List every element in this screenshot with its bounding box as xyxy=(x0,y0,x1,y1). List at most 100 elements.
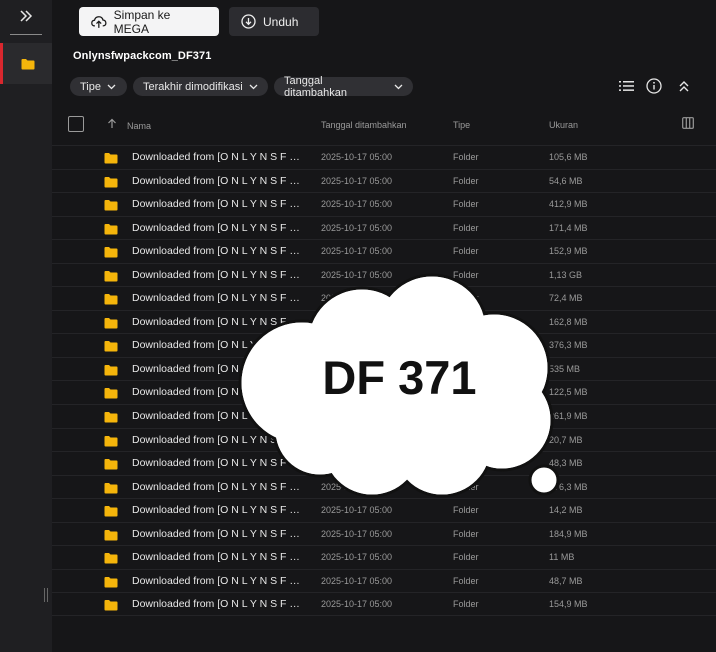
file-type: Folder xyxy=(453,528,479,539)
file-type: Folder xyxy=(453,175,479,186)
file-type: Folder xyxy=(453,575,479,586)
folder-icon xyxy=(104,317,118,329)
info-button[interactable] xyxy=(644,76,664,96)
table-row[interactable]: Downloaded from [O N L Y N S F W P A C K… xyxy=(52,192,716,216)
chevron-down-icon xyxy=(249,84,258,89)
cloud-upload-icon xyxy=(91,15,107,28)
folder-icon xyxy=(104,176,118,188)
file-size: 412,9 MB xyxy=(549,199,588,210)
file-date-added: 2025-10-17 05:00 xyxy=(321,599,393,610)
file-type: Folder xyxy=(453,246,479,257)
table-row[interactable]: Downloaded from [O N L Y N S F W P A C K… xyxy=(52,592,716,616)
filter-date-added-label: Tanggal ditambahkan xyxy=(284,74,347,99)
file-name: Downloaded from [O N L Y N S F W P A C K… xyxy=(132,574,304,587)
collapse-button[interactable] xyxy=(674,76,694,96)
file-type: Folder xyxy=(453,552,479,563)
file-size: 11 MB xyxy=(549,552,575,563)
download-button[interactable]: Unduh xyxy=(229,7,319,36)
folder-icon xyxy=(21,58,34,69)
sidebar-divider xyxy=(10,34,42,35)
file-name: Downloaded from [O N L Y N S F W P A C K… xyxy=(132,151,304,163)
file-name: Downloaded from [O N L Y N S F W P A C K… xyxy=(132,245,304,258)
column-header-size[interactable]: Ukuran xyxy=(549,120,578,130)
folder-icon xyxy=(104,600,118,611)
file-name: Downloaded from [O N L Y N S F W P A C K… xyxy=(132,504,304,517)
file-name: Downloaded from [O N L Y N S F W P A C K… xyxy=(132,598,304,611)
folder-icon xyxy=(104,341,118,352)
file-name: Downloaded from [O N L Y N S F W P A C K… xyxy=(132,198,304,211)
sort-arrow-up-icon[interactable] xyxy=(107,118,117,129)
double-chevron-right-icon xyxy=(20,10,33,22)
double-chevron-up-icon xyxy=(679,80,689,91)
table-row[interactable]: Downloaded from [O N L Y N S F W P A C K… xyxy=(52,168,716,193)
filter-type-label: Tipe xyxy=(80,80,101,93)
chevron-down-icon xyxy=(107,84,116,89)
file-date-added: 2025-10-17 05:00 xyxy=(321,175,393,186)
column-header-type[interactable]: Tipe xyxy=(453,120,470,130)
file-date-added: 2025-10-17 05:00 xyxy=(321,246,393,257)
file-name: Downloaded from [O N L Y N S F W P A C K… xyxy=(132,527,304,540)
download-label: Unduh xyxy=(263,14,299,29)
sidebar-resize-handle[interactable] xyxy=(44,588,50,606)
app-window: Simpan ke MEGA Unduh Onlynsfwpackcom_DF3… xyxy=(0,0,716,652)
columns-settings-icon[interactable] xyxy=(682,117,694,129)
filter-date-added-dropdown[interactable]: Tanggal ditambahkan xyxy=(274,74,413,99)
folder-icon xyxy=(104,270,118,282)
file-type: Folder xyxy=(453,599,479,610)
expand-sidebar-button[interactable] xyxy=(14,4,38,28)
folder-icon xyxy=(104,200,118,211)
select-all-checkbox[interactable] xyxy=(68,116,84,132)
main-content: Simpan ke MEGA Unduh Onlynsfwpackcom_DF3… xyxy=(52,0,716,652)
table-header: Nama Tanggal ditambahkan Tipe Ukuran xyxy=(52,113,716,139)
folder-title: Onlynsfwpackcom_DF371 xyxy=(73,50,212,62)
file-date-added: 2025-10-17 05:00 xyxy=(321,528,393,539)
file-size: 48,7 MB xyxy=(549,575,583,586)
file-date-added: 2025-10-17 05:00 xyxy=(321,575,393,586)
folder-icon xyxy=(104,553,118,564)
folder-icon xyxy=(104,388,118,399)
info-icon xyxy=(646,78,662,94)
filter-modified-label: Terakhir dimodifikasi xyxy=(143,80,243,93)
table-row[interactable]: Downloaded from [O N L Y N S F W P A C K… xyxy=(52,568,716,593)
file-date-added: 2025-10-17 05:00 xyxy=(321,199,393,210)
file-size: 152,9 MB xyxy=(549,246,588,257)
file-date-added: 2025-10-17 05:00 xyxy=(321,222,393,233)
file-type: Folder xyxy=(453,222,479,233)
download-icon xyxy=(241,14,256,29)
file-size: 184,9 MB xyxy=(549,528,588,539)
column-header-date-added[interactable]: Tanggal ditambahkan xyxy=(321,120,407,130)
list-view-icon xyxy=(618,81,634,91)
folder-icon xyxy=(104,364,118,376)
file-name: Downloaded from [O N L Y N S F W P A C K… xyxy=(132,174,304,187)
filter-modified-dropdown[interactable]: Terakhir dimodifikasi xyxy=(133,77,268,96)
file-type: Folder xyxy=(453,199,479,210)
folder-icon xyxy=(104,412,118,423)
overlay-label: DF 371 xyxy=(322,351,477,404)
folder-icon xyxy=(104,294,118,305)
table-row[interactable]: Downloaded from [O N L Y N S F W P A C K… xyxy=(52,545,716,569)
folder-icon xyxy=(104,506,118,517)
file-date-added: 2025-10-17 05:00 xyxy=(321,505,393,516)
folder-icon xyxy=(104,529,118,541)
sidebar xyxy=(0,0,52,652)
file-size: 54,6 MB xyxy=(549,175,583,186)
folder-icon xyxy=(104,435,118,447)
file-name: Downloaded from [O N L Y N S F W P A C K… xyxy=(132,221,304,234)
table-row[interactable]: Downloaded from [O N L Y N S F W P A C K… xyxy=(52,215,716,240)
file-type: Folder xyxy=(453,505,479,516)
list-view-button[interactable] xyxy=(616,76,636,96)
file-size: 105,6 MB xyxy=(549,152,588,162)
table-row[interactable]: Downloaded from [O N L Y N S F W P A C K… xyxy=(52,498,716,522)
save-to-mega-label: Simpan ke MEGA xyxy=(113,7,171,36)
table-row[interactable]: Downloaded from [O N L Y N S F W P A C K… xyxy=(52,145,716,169)
sidebar-item-cloud-drive[interactable] xyxy=(0,43,52,84)
file-size: 14,2 MB xyxy=(549,505,583,516)
folder-icon xyxy=(104,153,118,164)
column-header-name[interactable]: Nama xyxy=(127,121,151,131)
file-date-added: 2025-10-17 05:00 xyxy=(321,152,393,162)
folder-icon xyxy=(104,576,118,588)
table-row[interactable]: Downloaded from [O N L Y N S F W P A C K… xyxy=(52,521,716,546)
save-to-mega-button[interactable]: Simpan ke MEGA xyxy=(79,7,219,36)
filter-type-dropdown[interactable]: Tipe xyxy=(70,77,127,96)
table-row[interactable]: Downloaded from [O N L Y N S F W P A C K… xyxy=(52,239,716,263)
